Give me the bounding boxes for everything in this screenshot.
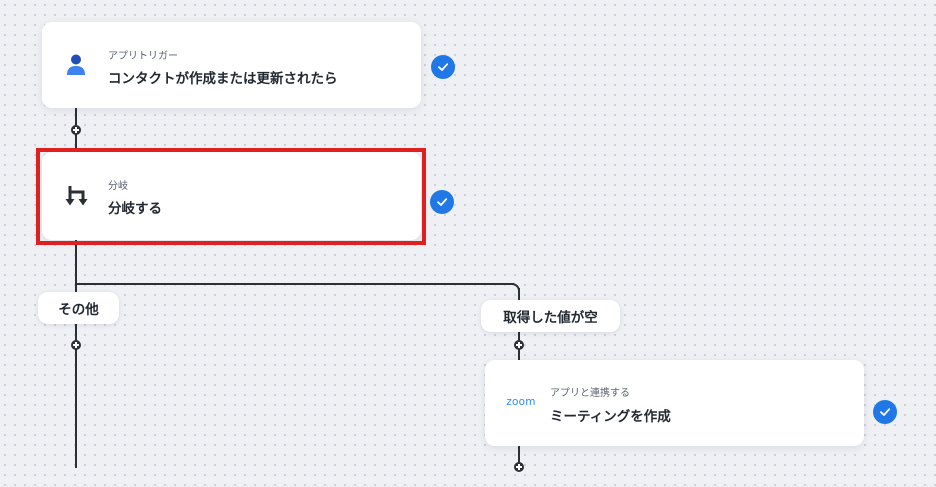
trigger-node-title: コンタクトが作成または更新されたら <box>108 71 338 87</box>
action-node-subtitle: アプリと連携する <box>550 388 630 399</box>
trigger-node-card[interactable]: アプリトリガー コンタクトが作成または更新されたら <box>42 22 421 108</box>
branch-status-check-icon <box>430 190 454 214</box>
zoom-logo-icon: zoom <box>501 394 541 410</box>
trigger-status-check-icon <box>431 55 455 79</box>
branch-label-empty-value[interactable]: 取得した値が空 <box>481 300 620 332</box>
trigger-node-subtitle: アプリトリガー <box>108 51 178 62</box>
flow-line-right-corner <box>506 283 520 297</box>
branch-node-title: 分岐する <box>108 201 162 217</box>
flow-line-horizontal-split <box>76 283 514 285</box>
branch-node-subtitle: 分岐 <box>108 181 128 192</box>
add-step-connector-icon[interactable] <box>514 340 524 350</box>
add-step-connector-icon[interactable] <box>71 125 81 135</box>
add-step-connector-icon[interactable] <box>514 462 524 472</box>
branch-icon <box>64 182 90 210</box>
person-icon <box>64 52 88 78</box>
add-step-connector-icon[interactable] <box>71 340 81 350</box>
action-node-card[interactable]: zoom アプリと連携する ミーティングを作成 <box>485 360 864 446</box>
branch-label-other[interactable]: その他 <box>38 292 119 324</box>
branch-node-card[interactable]: 分岐 分岐する <box>42 152 421 240</box>
action-status-check-icon <box>873 400 897 424</box>
action-node-title: ミーティングを作成 <box>550 409 671 425</box>
zoom-logo-text: zoom <box>506 396 536 408</box>
flow-line-left-branch <box>75 240 77 468</box>
